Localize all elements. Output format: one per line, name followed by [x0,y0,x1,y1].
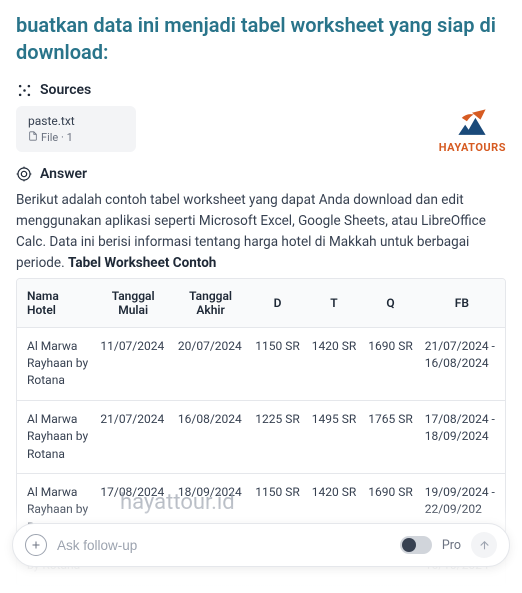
add-attachment-button[interactable] [25,534,47,556]
answer-label: Answer [40,166,87,182]
pro-toggle[interactable] [400,536,432,554]
followup-bar: Pro [12,523,510,567]
page-title: buatkan data ini menjadi tabel worksheet… [16,12,506,66]
logo-icon [455,106,489,140]
th-d: D [249,279,305,328]
th-q: Q [362,279,418,328]
source-meta: File · 1 [41,131,73,144]
table-row: Al Marwa Rayhaan by Rotana11/07/202420/0… [17,327,505,400]
answer-icon [16,166,32,182]
pro-label: Pro [442,538,461,553]
table-row: Al Marwa Rayhaan by Rotana21/07/202416/0… [17,400,505,473]
sources-label: Sources [40,82,91,98]
th-tanggal-akhir: Tanggal Akhir [172,279,249,328]
source-file-card[interactable]: paste.txt File · 1 [16,106,136,152]
th-tanggal-mulai: Tanggal Mulai [94,279,172,328]
brand-logo: HAYATOURS [439,106,506,154]
th-fb: FB [419,279,505,328]
source-filename: paste.txt [28,114,124,128]
file-icon [28,131,38,144]
logo-text: HAYATOURS [439,141,506,154]
th-t: T [306,279,362,328]
table-header-row: Nama Hotel Tanggal Mulai Tanggal Akhir D… [17,279,505,328]
send-button[interactable] [471,532,497,558]
sources-icon [16,82,32,98]
th-nama-hotel: Nama Hotel [17,279,94,328]
sources-section: Sources paste.txt File · 1 HAYATOURS [16,82,506,154]
followup-input[interactable] [57,538,390,553]
answer-text: Berikut adalah contoh tabel worksheet ya… [16,190,506,274]
